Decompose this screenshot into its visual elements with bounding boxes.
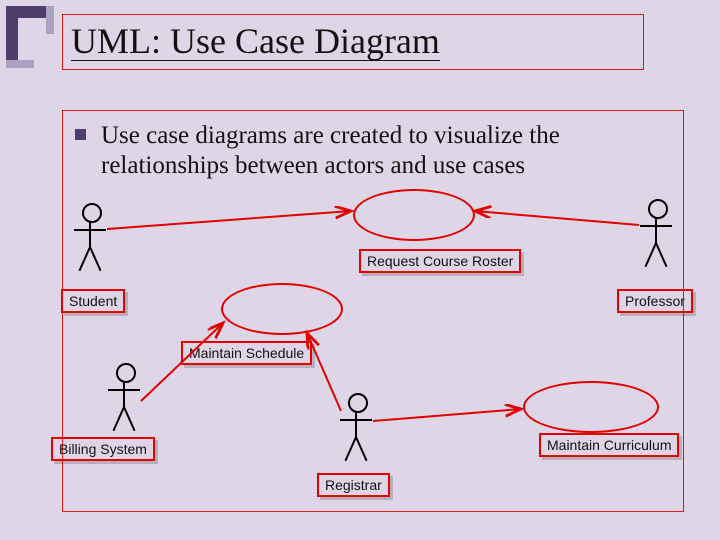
- title-container: UML: Use Case Diagram: [62, 14, 644, 70]
- registrar-actor-icon: [341, 393, 371, 467]
- bullet-text: Use case diagrams are created to visuali…: [101, 121, 661, 181]
- assoc-student-register: [107, 211, 351, 229]
- assoc-registrar-curriculum: [373, 409, 521, 421]
- slide: UML: Use Case Diagram Use case diagrams …: [0, 0, 720, 540]
- assoc-professor-request: [475, 211, 639, 225]
- billing-system-actor-icon: [109, 363, 139, 437]
- registrar-label: Registrar: [317, 473, 390, 497]
- bullet-icon: [75, 129, 86, 140]
- request-course-roster-ellipse: [221, 283, 343, 335]
- billing-system-label: Billing System: [51, 437, 155, 461]
- register-for-courses-ellipse: [353, 189, 475, 241]
- maintain-schedule-label: Maintain Schedule: [181, 341, 312, 365]
- student-label: Student: [61, 289, 125, 313]
- content-container: Use case diagrams are created to visuali…: [62, 110, 684, 512]
- slide-title: UML: Use Case Diagram: [71, 23, 440, 62]
- student-actor-icon: [75, 203, 105, 277]
- slide-corner-decoration: [6, 6, 54, 68]
- maintain-curriculum-ellipse: [523, 381, 659, 433]
- professor-label: Professor: [617, 289, 693, 313]
- maintain-curriculum-label: Maintain Curriculum: [539, 433, 679, 457]
- request-course-roster-label: Request Course Roster: [359, 249, 521, 273]
- professor-actor-icon: [641, 199, 671, 273]
